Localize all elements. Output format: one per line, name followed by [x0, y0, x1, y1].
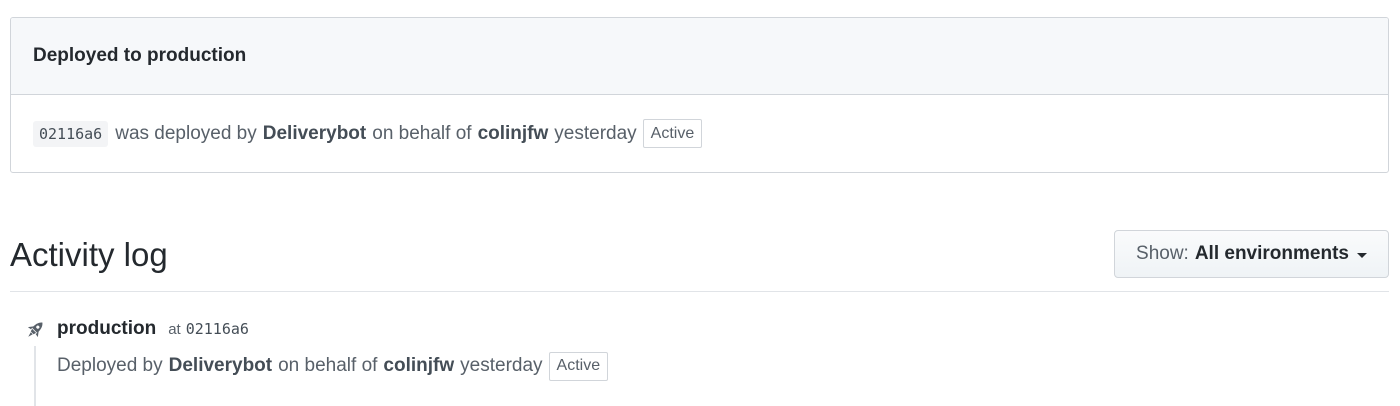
entry-actor-link[interactable]: Deliverybot	[169, 355, 272, 377]
timeline-line	[34, 346, 36, 406]
entry-deployed-by-text: Deployed by	[57, 355, 163, 376]
entry-time: yesterday	[460, 355, 543, 376]
environment-filter-prefix: Show:	[1136, 243, 1189, 264]
entry-commit-sha-link[interactable]: 02116a6	[186, 320, 249, 338]
entry-user-link[interactable]: colinjfw	[383, 355, 454, 377]
environment-filter-button[interactable]: Show: All environments	[1114, 230, 1389, 278]
deployment-card: Deployed to production 02116a6 was deplo…	[10, 17, 1389, 173]
on-behalf-text: on behalf of	[372, 122, 472, 144]
activity-log-header: Activity log Show: All environments	[10, 226, 1389, 292]
user-link[interactable]: colinjfw	[478, 123, 549, 145]
timeline-entry-description: Deployed by Deliverybot on behalf of col…	[57, 351, 609, 381]
activity-log-title: Activity log	[10, 236, 168, 273]
deployed-by-text: was deployed by	[115, 122, 257, 144]
rocket-icon	[23, 318, 47, 342]
entry-status-badge: Active	[548, 351, 609, 381]
chevron-down-icon	[1356, 252, 1367, 258]
entry-on-behalf-text: on behalf of	[278, 355, 378, 376]
status-badge: Active	[642, 119, 703, 148]
actor-link[interactable]: Deliverybot	[263, 123, 366, 145]
deploy-time: yesterday	[554, 122, 637, 144]
deployment-title: Deployed to production	[33, 45, 247, 66]
environment-filter-value: All environments	[1194, 243, 1349, 264]
entry-environment-link[interactable]: production	[57, 318, 156, 340]
commit-sha-link[interactable]: 02116a6	[33, 120, 109, 147]
deployment-card-body: 02116a6 was deployed by Deliverybot on b…	[11, 95, 1388, 172]
timeline-entry-header: production at 02116a6	[57, 318, 249, 340]
deployment-card-header: Deployed to production	[11, 18, 1388, 95]
entry-at-text: at	[168, 321, 181, 338]
